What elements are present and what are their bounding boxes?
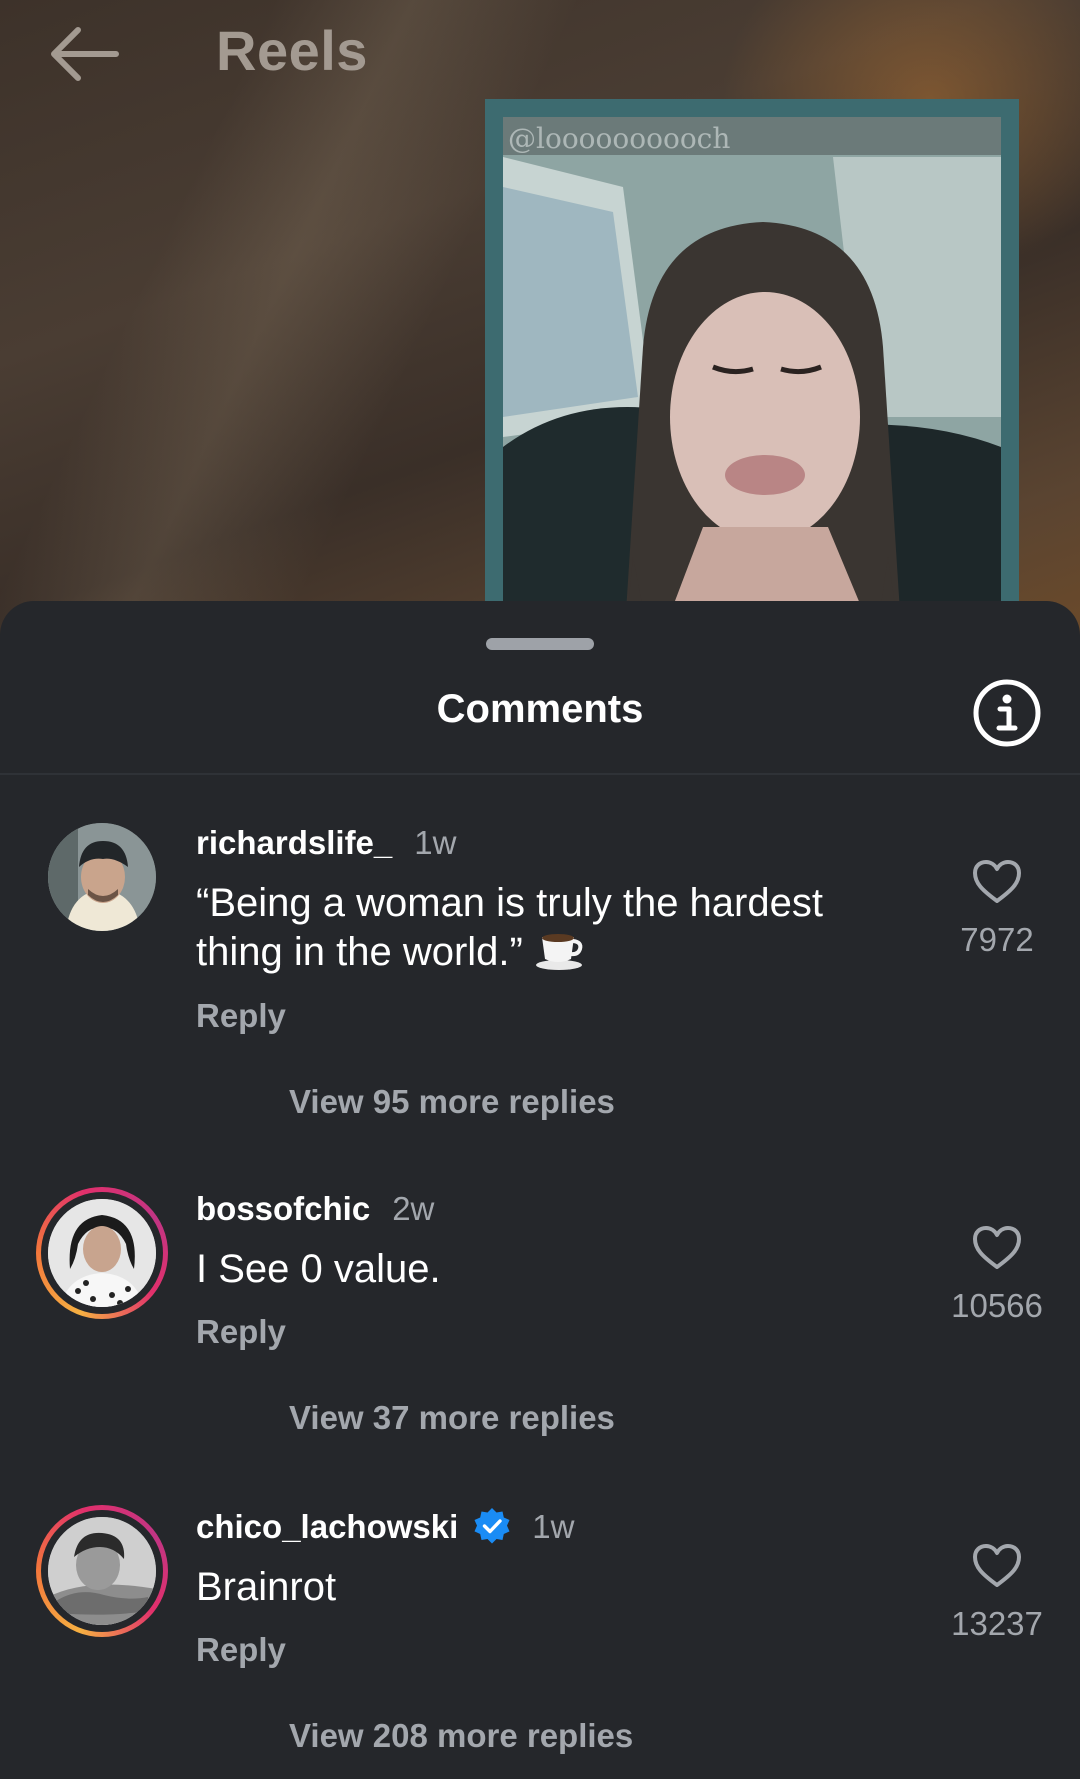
reel-video-content bbox=[503, 117, 1001, 659]
view-replies-button[interactable]: View 95 more replies bbox=[289, 1083, 615, 1121]
view-replies-button[interactable]: View 208 more replies bbox=[289, 1717, 633, 1755]
reply-button[interactable]: Reply bbox=[196, 1631, 286, 1669]
reels-comments-screen: @loooooooooch Reels Comments richardslif… bbox=[0, 0, 1080, 1779]
reel-watermark: @loooooooooch bbox=[508, 122, 731, 155]
page-title: Reels bbox=[216, 19, 368, 82]
like-count: 10566 bbox=[951, 1287, 1043, 1324]
view-replies-button[interactable]: View 37 more replies bbox=[289, 1399, 615, 1437]
avatar[interactable] bbox=[36, 1505, 168, 1637]
comments-sheet: Comments richardslife_ 1w “Being a woman… bbox=[0, 601, 1080, 1779]
drag-handle[interactable] bbox=[486, 638, 594, 650]
comment-time: 1w bbox=[532, 1508, 575, 1545]
reply-button[interactable]: Reply bbox=[196, 997, 286, 1035]
comment-username[interactable]: bossofchic bbox=[196, 1190, 370, 1228]
heart-icon[interactable] bbox=[972, 1543, 1022, 1589]
arrow-left-icon[interactable] bbox=[48, 26, 120, 82]
comment-text: Brainrot bbox=[196, 1565, 337, 1609]
user-avatar-image bbox=[48, 823, 156, 931]
reply-button[interactable]: Reply bbox=[196, 1313, 286, 1351]
info-icon[interactable] bbox=[972, 678, 1042, 748]
header-divider bbox=[0, 773, 1080, 775]
user-avatar-image bbox=[48, 1517, 156, 1625]
comment-time: 1w bbox=[414, 824, 457, 861]
comment-text: “Being a woman is truly the hardest thin… bbox=[196, 879, 896, 976]
reel-video-frame[interactable] bbox=[485, 99, 1019, 659]
avatar[interactable] bbox=[36, 1187, 168, 1319]
avatar[interactable] bbox=[36, 821, 168, 953]
like-button[interactable]: 13237 bbox=[930, 1543, 1064, 1643]
top-bar: Reels bbox=[0, 0, 1080, 100]
verified-badge-icon bbox=[474, 1508, 510, 1544]
comment-text-content: “Being a woman is truly the hardest thin… bbox=[196, 881, 823, 974]
user-avatar-image bbox=[48, 1199, 156, 1307]
like-button[interactable]: 10566 bbox=[930, 1225, 1064, 1325]
heart-icon[interactable] bbox=[972, 1225, 1022, 1271]
comments-title: Comments bbox=[436, 687, 644, 731]
comment-time: 2w bbox=[392, 1190, 435, 1227]
reel-video-image bbox=[503, 117, 1001, 659]
comment-text: I See 0 value. bbox=[196, 1247, 441, 1291]
heart-icon[interactable] bbox=[972, 859, 1022, 905]
comment-username[interactable]: chico_lachowski bbox=[196, 1508, 458, 1546]
comment-meta: richardslife_ 1w bbox=[196, 821, 456, 865]
like-count: 13237 bbox=[951, 1605, 1043, 1642]
comment-meta: bossofchic 2w bbox=[196, 1187, 434, 1231]
comment-username[interactable]: richardslife_ bbox=[196, 824, 392, 862]
coffee-cup-icon bbox=[535, 934, 583, 970]
like-button[interactable]: 7972 bbox=[930, 859, 1064, 959]
like-count: 7972 bbox=[960, 921, 1034, 958]
comment-meta: chico_lachowski 1w bbox=[196, 1505, 574, 1549]
